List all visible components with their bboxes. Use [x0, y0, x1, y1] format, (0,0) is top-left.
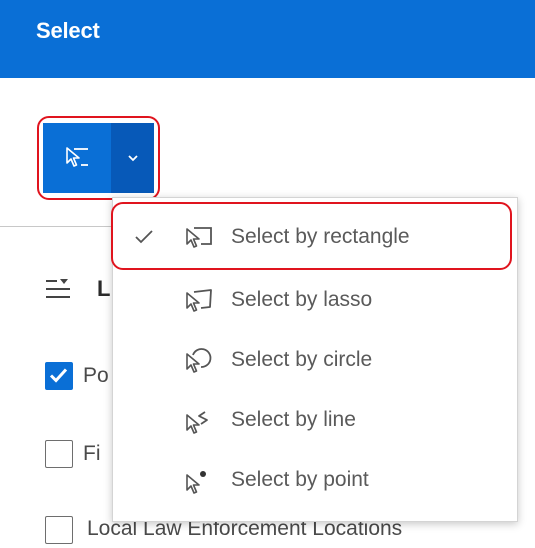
- checkmark-icon: [49, 368, 68, 383]
- menu-item-select-by-line[interactable]: Select by line: [113, 392, 517, 452]
- select-point-icon: [186, 471, 206, 494]
- layer-label-1: Po: [83, 364, 109, 387]
- menu-item-select-by-circle[interactable]: Select by circle: [113, 332, 517, 392]
- menu-item-select-by-rectangle[interactable]: Select by rectangle: [113, 209, 517, 269]
- select-rectangle-icon: [66, 147, 88, 167]
- layers-heading: L: [97, 276, 111, 301]
- menu-item-label: Select by lasso: [231, 288, 373, 311]
- layers-list-icon: [45, 278, 71, 305]
- select-circle-icon: [186, 348, 212, 373]
- select-tool-split-button[interactable]: [43, 123, 154, 193]
- select-mode-menu: Select by rectangle Select by lasso Sele…: [112, 197, 518, 522]
- menu-item-label: Select by circle: [231, 348, 373, 371]
- menu-item-select-by-point[interactable]: Select by point: [113, 452, 517, 512]
- chevron-down-icon: [127, 155, 138, 162]
- select-tool-button[interactable]: [43, 123, 111, 193]
- check-icon: [135, 230, 153, 244]
- menu-item-label: Select by rectangle: [231, 225, 410, 248]
- select-rectangle-icon: [186, 227, 212, 248]
- panel-header: Select: [0, 0, 535, 78]
- layer-label-2: Fi: [83, 442, 101, 465]
- select-tool-dropdown-toggle[interactable]: [111, 123, 154, 193]
- menu-item-label: Select by point: [231, 468, 369, 491]
- menu-item-label: Select by line: [231, 408, 356, 431]
- panel-title: Select: [36, 18, 100, 43]
- layer-checkbox-1[interactable]: [45, 362, 73, 390]
- menu-item-select-by-lasso[interactable]: Select by lasso: [113, 272, 517, 332]
- layer-checkbox-2[interactable]: [45, 440, 73, 468]
- select-line-icon: [186, 411, 208, 434]
- select-lasso-icon: [186, 289, 212, 312]
- divider: [0, 226, 112, 227]
- layer-checkbox-3[interactable]: [45, 516, 73, 544]
